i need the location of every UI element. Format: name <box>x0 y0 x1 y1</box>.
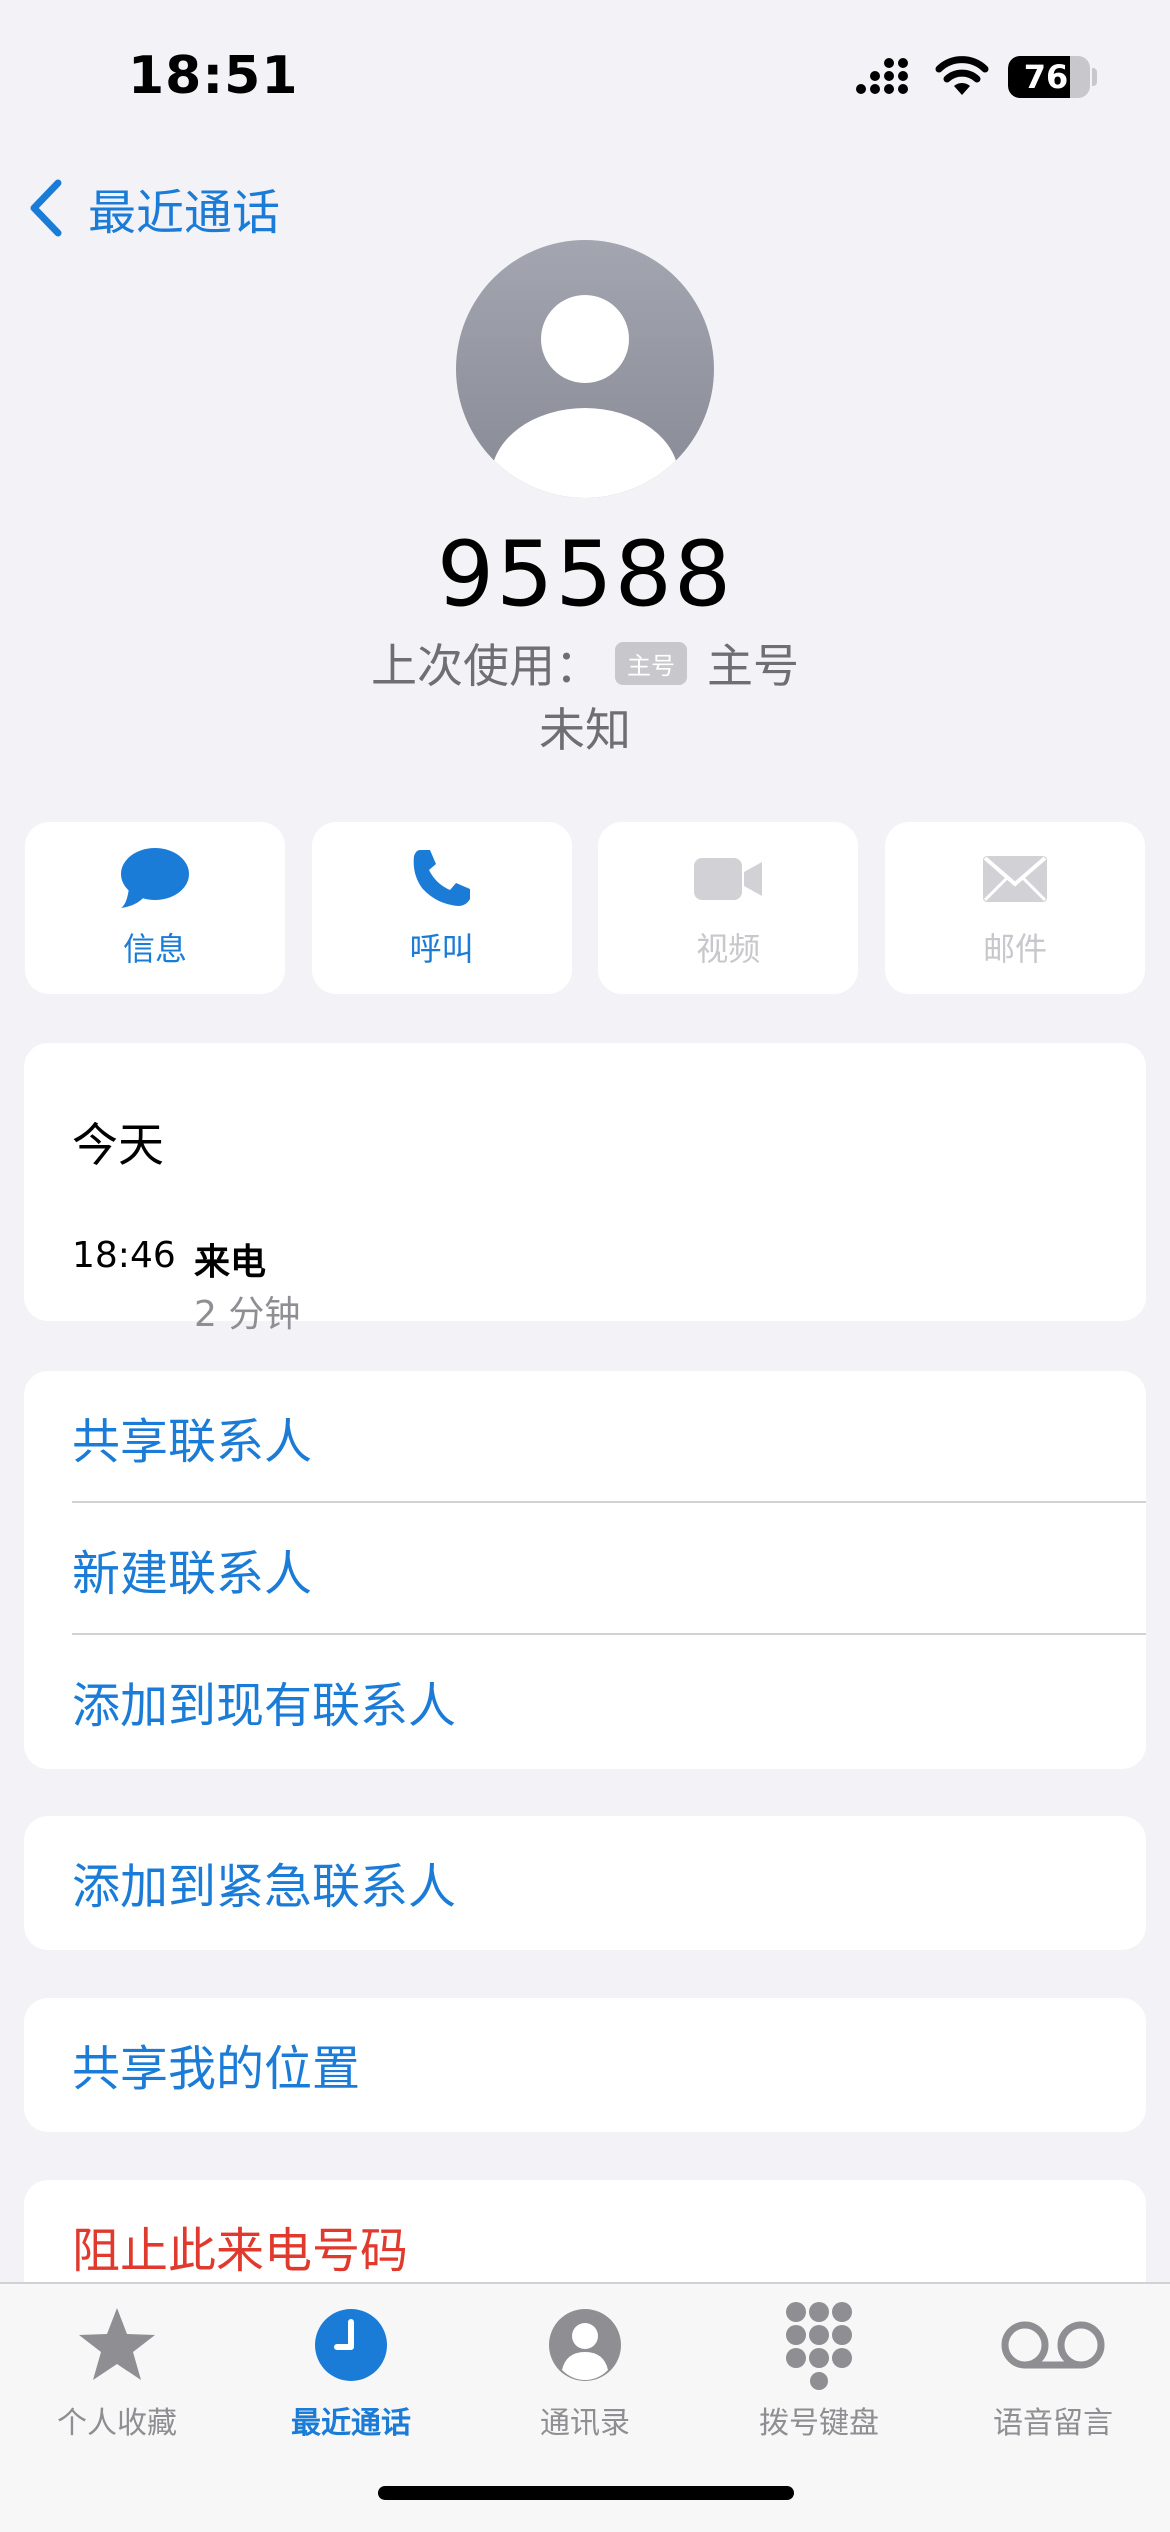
add-emergency-contact-label: 添加到紧急联系人 <box>72 1859 457 1915</box>
contacts-person-icon <box>549 2309 621 2381</box>
add-to-existing-contact-label: 添加到现有联系人 <box>72 1678 457 1734</box>
home-indicator[interactable] <box>378 2486 794 2500</box>
chevron-left-icon <box>30 179 62 237</box>
tab-voicemail-label: 语音留言 <box>993 2406 1113 2441</box>
sim-name: 主号 <box>707 639 799 693</box>
clock-icon <box>315 2309 387 2381</box>
message-bubble-icon <box>121 848 189 908</box>
last-used-label: 上次使用： <box>371 639 601 693</box>
history-call-type: 来电 <box>194 1242 267 1283</box>
history-duration: 2 分钟 <box>194 1294 301 1335</box>
star-icon <box>79 2308 155 2380</box>
action-buttons: 信息 呼叫 视频 邮件 <box>25 822 1145 994</box>
share-contact-button[interactable]: 共享联系人 <box>24 1371 1146 1503</box>
mail-button[interactable]: 邮件 <box>884 822 1145 994</box>
back-label: 最近通话 <box>88 185 281 241</box>
mail-label: 邮件 <box>982 930 1047 968</box>
share-location-label: 共享我的位置 <box>72 2041 361 2097</box>
share-location-button[interactable]: 共享我的位置 <box>24 1998 1146 2130</box>
history-time: 18:46 <box>72 1235 176 1276</box>
back-button[interactable]: 最近通话 <box>26 172 280 244</box>
call-label: 呼叫 <box>409 930 474 968</box>
battery-level: 76 <box>1023 58 1069 96</box>
new-contact-button[interactable]: 新建联系人 <box>24 1503 1146 1635</box>
wifi-icon <box>935 56 989 95</box>
share-contact-label: 共享联系人 <box>72 1414 313 1470</box>
battery-tip <box>1092 68 1097 86</box>
last-used-line: 上次使用： 主号 主号 <box>0 630 1170 696</box>
status-time: 18:51 <box>128 46 299 106</box>
phone-number: 95588 <box>436 522 734 627</box>
status-bar: 18:51 76 <box>0 0 1170 150</box>
history-date: 今天 <box>72 1118 164 1172</box>
tab-recents-label: 最近通话 <box>291 2406 411 2441</box>
person-silhouette-icon <box>491 295 679 498</box>
tab-contacts-label: 通讯录 <box>540 2406 630 2441</box>
call-button[interactable]: 呼叫 <box>311 822 572 994</box>
tab-favorites-label: 个人收藏 <box>57 2406 177 2441</box>
block-caller-label: 阻止此来电号码 <box>72 2223 409 2279</box>
keypad-icon <box>786 2302 852 2390</box>
avatar <box>456 240 714 498</box>
contact-options-card: 共享联系人 新建联系人 添加到现有联系人 <box>24 1371 1146 1769</box>
video-camera-icon <box>694 858 763 900</box>
phone-icon <box>413 850 470 906</box>
add-to-existing-contact-button[interactable]: 添加到现有联系人 <box>24 1635 1146 1767</box>
tab-voicemail[interactable]: 语音留言 <box>936 2284 1170 2444</box>
tab-keypad[interactable]: 拨号键盘 <box>702 2284 936 2444</box>
voicemail-icon <box>1001 2321 1105 2369</box>
tab-recents[interactable]: 最近通话 <box>234 2284 468 2444</box>
emergency-contact-card: 添加到紧急联系人 <box>24 1816 1146 1950</box>
video-button[interactable]: 视频 <box>598 822 859 994</box>
tab-contacts[interactable]: 通讯录 <box>468 2284 702 2444</box>
cellular-signal-icon <box>856 58 908 94</box>
share-location-card: 共享我的位置 <box>24 1998 1146 2132</box>
sim-badge: 主号 <box>615 641 687 685</box>
battery-icon: 76 <box>1008 56 1090 98</box>
phone-screen: 18:51 76 最近通话 95588 上次使用： 主号 主号 未知 信息 呼叫… <box>0 0 1170 2532</box>
tab-favorites[interactable]: 个人收藏 <box>0 2284 234 2444</box>
mail-envelope-icon <box>982 856 1047 902</box>
call-history-card: 今天 18:46 来电 2 分钟 <box>24 1043 1146 1335</box>
new-contact-label: 新建联系人 <box>72 1546 313 1602</box>
message-label: 信息 <box>122 930 187 968</box>
tab-keypad-label: 拨号键盘 <box>759 2406 879 2441</box>
video-label: 视频 <box>696 930 761 968</box>
number-location: 未知 <box>539 703 631 757</box>
add-emergency-contact-button[interactable]: 添加到紧急联系人 <box>24 1816 1146 1948</box>
message-button[interactable]: 信息 <box>25 822 285 994</box>
